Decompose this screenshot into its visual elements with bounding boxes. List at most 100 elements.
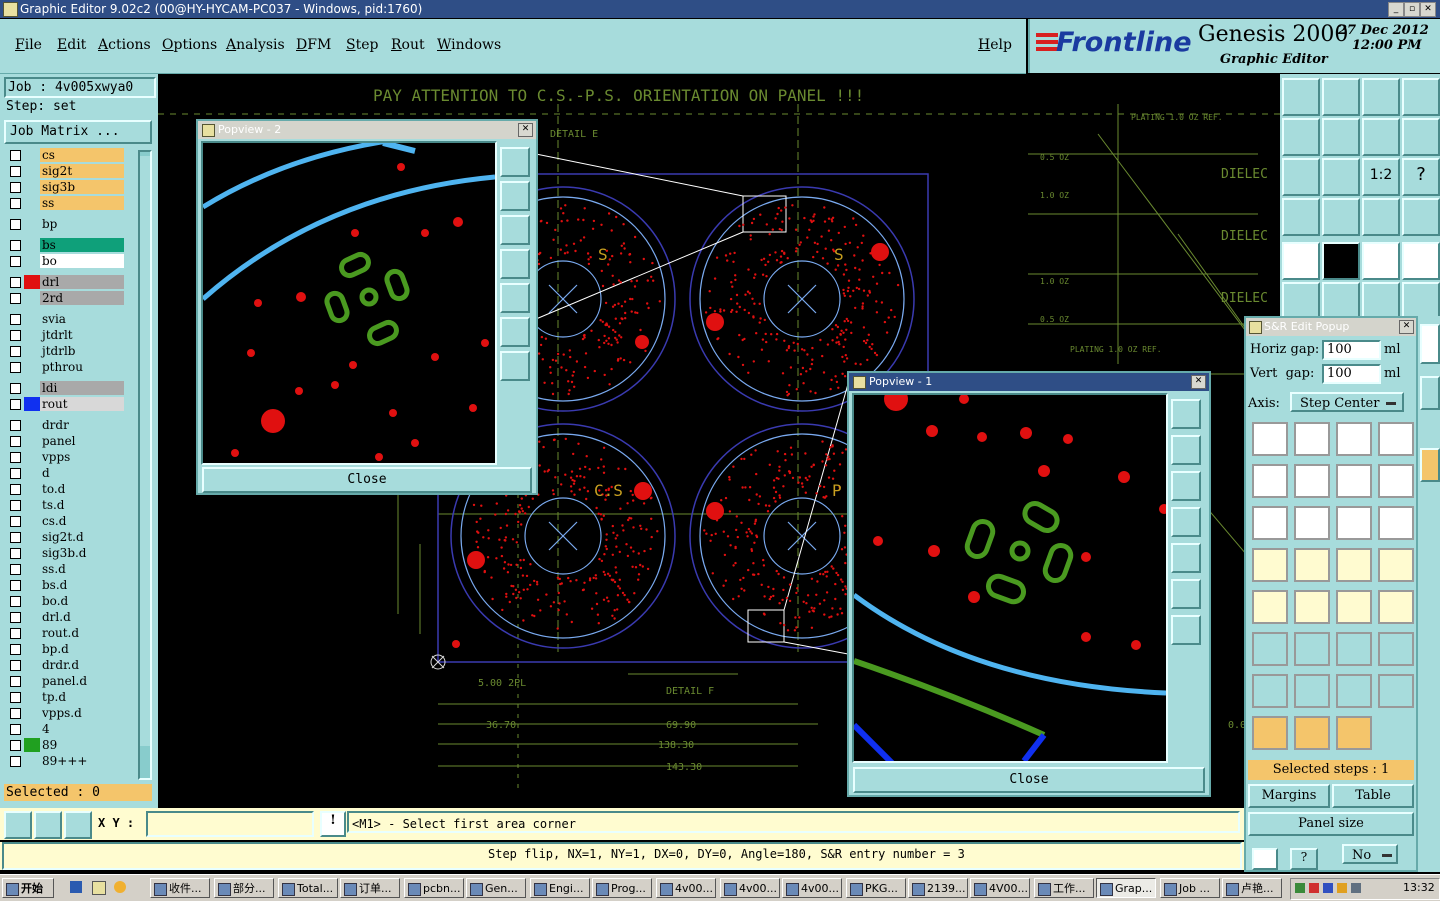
snap-icon[interactable] bbox=[1282, 198, 1320, 236]
vert-gap-input[interactable]: 100 bbox=[1322, 364, 1381, 384]
pan-left-icon[interactable] bbox=[1282, 118, 1320, 156]
layer-name[interactable]: rout.d bbox=[40, 626, 124, 640]
layer-checkbox[interactable] bbox=[10, 452, 21, 463]
sr-mode-icon[interactable] bbox=[1252, 848, 1278, 870]
layer-name[interactable]: drl bbox=[40, 275, 124, 289]
popview-1-viewport[interactable] bbox=[852, 393, 1168, 763]
layer-checkbox[interactable] bbox=[10, 240, 21, 251]
zoom-center-icon[interactable] bbox=[1322, 158, 1360, 196]
layer-row[interactable]: to.d bbox=[6, 482, 124, 496]
sr-delete-icon[interactable] bbox=[1378, 464, 1414, 498]
sr-3x2-icon[interactable] bbox=[1336, 422, 1372, 456]
popview-2-close-button[interactable]: Close bbox=[202, 467, 532, 493]
layer-name[interactable]: ts.d bbox=[40, 498, 124, 512]
layer-checkbox[interactable] bbox=[10, 468, 21, 479]
taskbar-task[interactable]: 卢艳... bbox=[1222, 878, 1282, 898]
taskbar-task[interactable]: Job ... bbox=[1160, 878, 1220, 898]
sr-stack-v-icon[interactable] bbox=[1252, 548, 1288, 582]
taskbar-task[interactable]: Total... bbox=[278, 878, 338, 898]
layer-row[interactable]: 89+++ bbox=[6, 754, 124, 768]
net-icon[interactable] bbox=[1362, 198, 1400, 236]
layer-name[interactable]: 2rd bbox=[40, 291, 124, 305]
layer-checkbox[interactable] bbox=[10, 644, 21, 655]
xy-input[interactable] bbox=[146, 811, 314, 837]
menu-help[interactable]: Help bbox=[978, 37, 1012, 53]
sr-col-icon[interactable] bbox=[1252, 590, 1288, 624]
layer-checkbox[interactable] bbox=[10, 219, 21, 230]
center-v-icon[interactable] bbox=[1378, 674, 1414, 708]
layer-name[interactable]: panel bbox=[40, 434, 124, 448]
layer-row[interactable]: vpps.d bbox=[6, 706, 124, 720]
popview-zoom-in-icon[interactable] bbox=[1171, 399, 1201, 429]
layer-checkbox[interactable] bbox=[10, 293, 21, 304]
layer-name[interactable]: 89+++ bbox=[40, 754, 124, 768]
popview-pan-up-icon[interactable] bbox=[1171, 435, 1201, 465]
help-query-icon[interactable]: ? bbox=[1402, 158, 1440, 196]
layer-checkbox[interactable] bbox=[10, 314, 21, 325]
layer-row[interactable]: cs bbox=[6, 148, 124, 162]
horiz-gap-input[interactable]: 100 bbox=[1322, 340, 1381, 360]
layer-name[interactable]: sig3b.d bbox=[40, 546, 124, 560]
layer-name[interactable]: drdr bbox=[40, 418, 124, 432]
layer-checkbox[interactable] bbox=[10, 628, 21, 639]
taskbar-task[interactable]: pcbn... bbox=[404, 878, 464, 898]
distribute-h-icon[interactable] bbox=[1252, 674, 1288, 708]
layer-name[interactable]: tp.d bbox=[40, 690, 124, 704]
menu-analysis[interactable]: Analysis bbox=[226, 37, 285, 53]
layer-row[interactable]: 89 bbox=[6, 738, 124, 752]
layer-name[interactable]: sig2t bbox=[40, 164, 124, 178]
layer-name[interactable]: drdr.d bbox=[40, 658, 124, 672]
popview-zoom-out-icon[interactable] bbox=[1171, 615, 1201, 645]
layer-checkbox[interactable] bbox=[10, 660, 21, 671]
popview-zoom-fit-icon[interactable] bbox=[1171, 579, 1201, 609]
layer-name[interactable]: to.d bbox=[40, 482, 124, 496]
layer-name[interactable]: jtdrlb bbox=[40, 344, 124, 358]
layer-name[interactable]: panel.d bbox=[40, 674, 124, 688]
layer-checkbox[interactable] bbox=[10, 708, 21, 719]
popview-pan-left-icon[interactable] bbox=[1171, 507, 1201, 537]
layer-row[interactable]: d bbox=[6, 466, 124, 480]
layer-name[interactable]: bs bbox=[40, 238, 124, 252]
start-button[interactable]: 开始 bbox=[2, 878, 54, 898]
layer-row[interactable]: panel.d bbox=[6, 674, 124, 688]
quick-launch-ie-icon[interactable] bbox=[70, 881, 82, 893]
layer-name[interactable]: jtdrlt bbox=[40, 328, 124, 342]
layer-checkbox[interactable] bbox=[10, 676, 21, 687]
menu-windows[interactable]: Windows bbox=[437, 37, 501, 53]
sr-help-icon[interactable]: ? bbox=[1290, 848, 1318, 870]
home-icon[interactable] bbox=[1362, 78, 1400, 116]
taskbar-task[interactable]: 4v00... bbox=[720, 878, 780, 898]
taskbar-task[interactable]: 2139... bbox=[908, 878, 968, 898]
pad-icon[interactable] bbox=[1402, 242, 1440, 280]
layer-checkbox[interactable] bbox=[10, 420, 21, 431]
layer-checkbox[interactable] bbox=[10, 516, 21, 527]
layer-row[interactable]: sig3b.d bbox=[6, 546, 124, 560]
net-select-icon[interactable] bbox=[1402, 198, 1440, 236]
popview-pan-up-icon[interactable] bbox=[500, 181, 530, 211]
layer-name[interactable]: svia bbox=[40, 312, 124, 326]
layer-scrollbar[interactable] bbox=[138, 150, 152, 780]
measure-icon[interactable] bbox=[1322, 198, 1360, 236]
layer-name[interactable]: pthrou bbox=[40, 360, 124, 374]
home-down-icon[interactable] bbox=[1322, 78, 1360, 116]
pointer-icon[interactable] bbox=[1420, 448, 1440, 482]
sr-rotate-icon[interactable] bbox=[1336, 506, 1372, 540]
layer-checkbox[interactable] bbox=[10, 198, 21, 209]
taskbar-task[interactable]: 工作... bbox=[1034, 878, 1094, 898]
menu-rout[interactable]: Rout bbox=[391, 37, 425, 53]
layer-name[interactable]: bp.d bbox=[40, 642, 124, 656]
sr-2x2-icon[interactable] bbox=[1252, 422, 1288, 456]
popview-zoom-out-icon[interactable] bbox=[500, 351, 530, 381]
layer-row[interactable]: jtdrlb bbox=[6, 344, 124, 358]
layer-checkbox[interactable] bbox=[10, 564, 21, 575]
layer-row[interactable]: drdr.d bbox=[6, 658, 124, 672]
tray-misc-icon[interactable] bbox=[1351, 883, 1361, 893]
layer-row[interactable]: bo.d bbox=[6, 594, 124, 608]
select-pointer-red-icon[interactable] bbox=[1294, 716, 1330, 750]
layer-name[interactable]: ldi bbox=[40, 381, 124, 395]
menu-file[interactable]: File bbox=[15, 37, 42, 53]
layer-checkbox[interactable] bbox=[10, 436, 21, 447]
layer-name[interactable]: ss.d bbox=[40, 562, 124, 576]
layer-checkbox[interactable] bbox=[10, 383, 21, 394]
layer-checkbox[interactable] bbox=[10, 166, 21, 177]
